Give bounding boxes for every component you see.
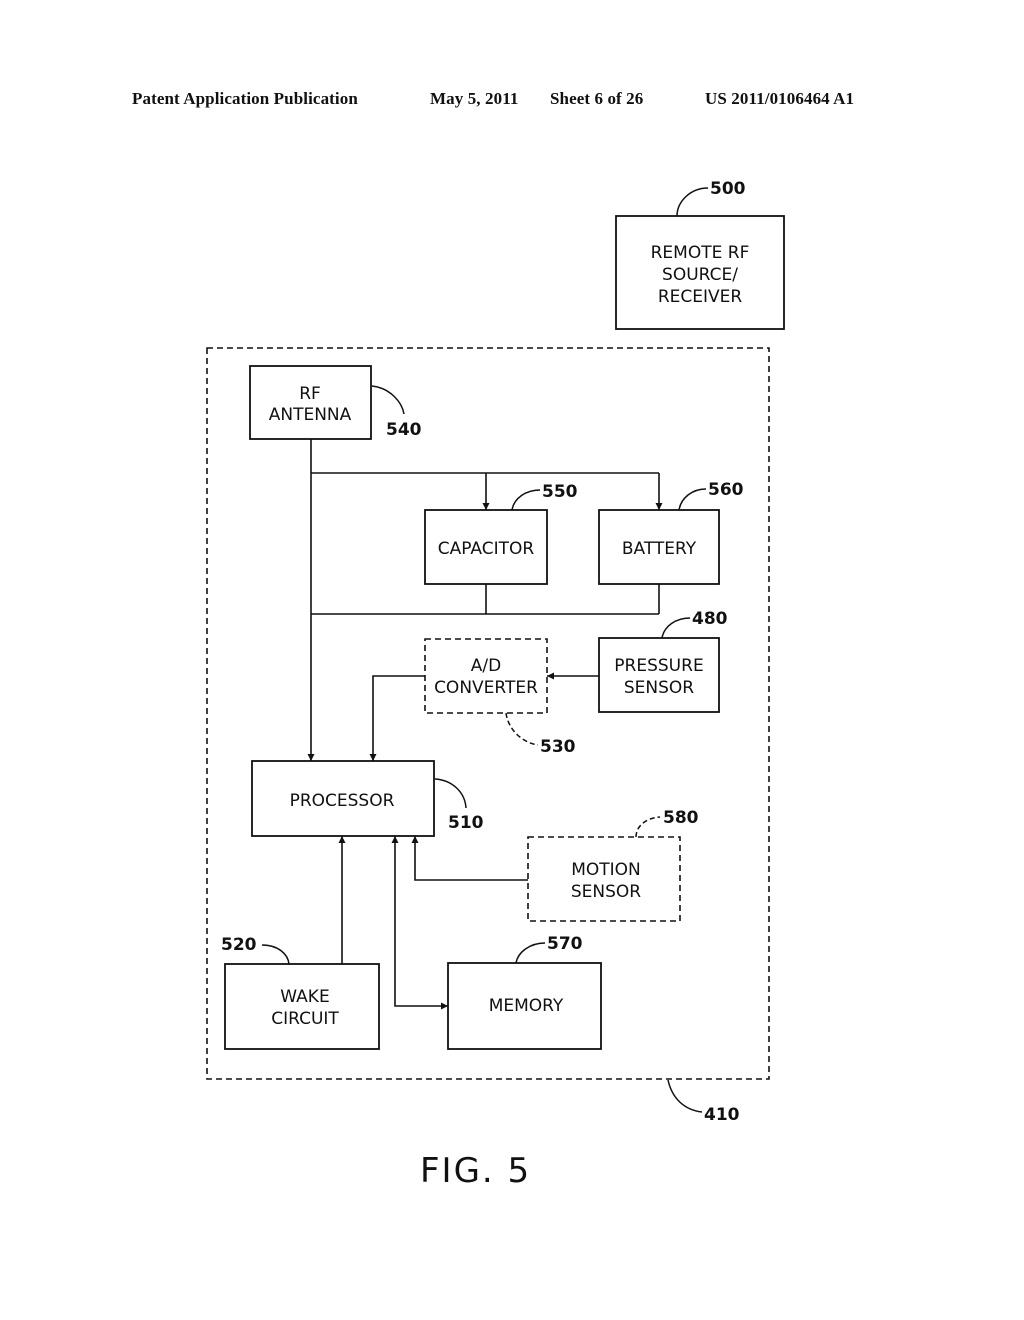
ref-560: 560 [708, 480, 744, 500]
block-diagram: 410 REMOTE RF SOURCE/ RECEIVER 500 RF AN… [206, 179, 785, 1191]
block-wake-circuit: WAKE CIRCUIT 520 [221, 935, 380, 1050]
ref-580: 580 [663, 808, 699, 828]
block-memory: MEMORY 570 [447, 934, 602, 1050]
block-remote-rf-source-receiver: REMOTE RF SOURCE/ RECEIVER 500 [615, 179, 785, 330]
pressure-line-2: SENSOR [624, 678, 694, 698]
ref-540: 540 [386, 420, 422, 440]
ref-570: 570 [547, 934, 583, 954]
adc-line-2: CONVERTER [434, 678, 538, 698]
ref-500: 500 [710, 179, 746, 199]
block-battery: BATTERY 560 [598, 480, 744, 585]
leader-410 [667, 1079, 703, 1113]
antenna-line-2: ANTENNA [269, 405, 352, 425]
block-pressure-sensor: PRESSURE SENSOR 480 [598, 609, 728, 713]
remote-line-1: REMOTE RF [651, 243, 750, 263]
wire-processor-memory [391, 836, 448, 1010]
remote-line-2: SOURCE/ [662, 265, 738, 285]
wake-line-1: WAKE [280, 987, 329, 1007]
wake-line-2: CIRCUIT [271, 1009, 339, 1029]
block-motion-sensor: MOTION SENSOR 580 [527, 808, 699, 922]
block-ad-converter: A/D CONVERTER 530 [424, 638, 576, 757]
battery-label: BATTERY [622, 539, 697, 559]
ref-510: 510 [448, 813, 484, 833]
ref-410: 410 [704, 1105, 740, 1125]
capacitor-label: CAPACITOR [438, 539, 535, 559]
remote-line-3: RECEIVER [658, 287, 743, 307]
ref-480: 480 [692, 609, 728, 629]
motion-line-2: SENSOR [571, 882, 641, 902]
connection-wires [307, 439, 663, 1010]
adc-line-1: A/D [471, 656, 501, 676]
antenna-line-1: RF [299, 384, 321, 404]
ref-520: 520 [221, 935, 257, 955]
wire-motion-to-processor [411, 836, 528, 881]
block-capacitor: CAPACITOR 550 [424, 482, 578, 585]
wire-adc-to-processor [369, 675, 425, 761]
pressure-line-1: PRESSURE [614, 656, 703, 676]
motion-line-1: MOTION [571, 860, 641, 880]
ref-550: 550 [542, 482, 578, 502]
figure-caption: FIG. 5 [420, 1151, 531, 1191]
ref-530: 530 [540, 737, 576, 757]
block-processor: PROCESSOR 510 [251, 760, 484, 837]
memory-label: MEMORY [489, 996, 564, 1016]
block-rf-antenna: RF ANTENNA 540 [249, 365, 422, 440]
processor-label: PROCESSOR [290, 791, 395, 811]
